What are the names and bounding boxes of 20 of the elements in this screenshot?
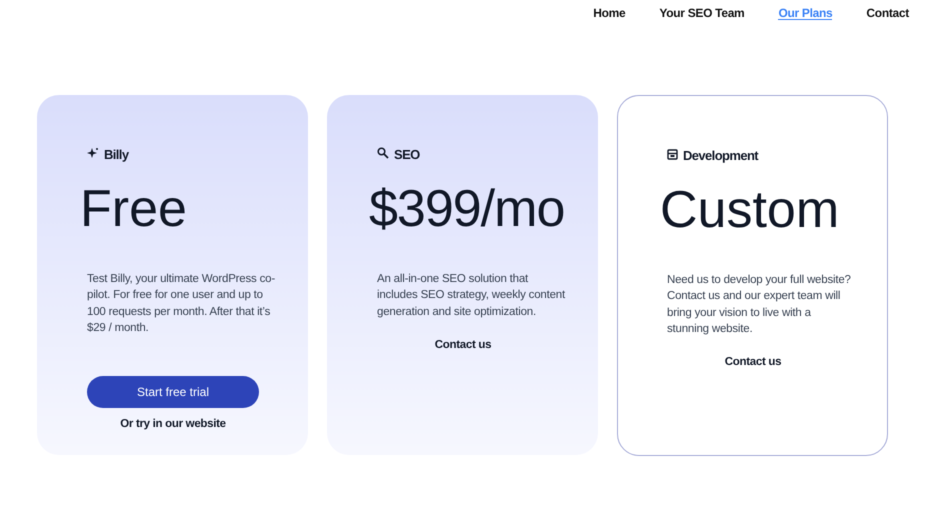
plan-name: Billy	[104, 146, 128, 164]
nav-link[interactable]: Our Plans	[778, 4, 832, 20]
plan-name: SEO	[394, 146, 420, 164]
plan-description: Need us to develop your full website? Contact us and our expert team will bring your vision to live with a stunning website.	[667, 273, 852, 337]
start-trial-button[interactable]: Start free trial	[87, 376, 259, 408]
search-icon	[377, 147, 389, 159]
sparkle-icon	[87, 147, 99, 159]
plan-link[interactable]: Or try in our website	[87, 416, 259, 434]
plan-description: An all-in-one SEO solution that includes SEO strategy, weekly content generation and site optimization.	[377, 272, 565, 320]
nav-link[interactable]: Home	[593, 4, 626, 20]
plan-link[interactable]: Contact us	[667, 354, 839, 372]
nav-link[interactable]: Contact	[866, 4, 909, 20]
plan-price: $399/mo	[369, 179, 566, 239]
plan-description: Test Billy, your ultimate WordPress co-pilot. For free for one user and up to 100 requests per month. After that it’s $29 / month.	[87, 272, 275, 336]
plan-price: Free	[80, 179, 188, 239]
nav-link[interactable]: Your SEO Team	[659, 4, 744, 20]
storefront-icon	[667, 148, 678, 160]
plan-name: Development	[683, 146, 758, 165]
plan-link[interactable]: Contact us	[377, 336, 549, 354]
plan-price: Custom	[660, 180, 840, 240]
